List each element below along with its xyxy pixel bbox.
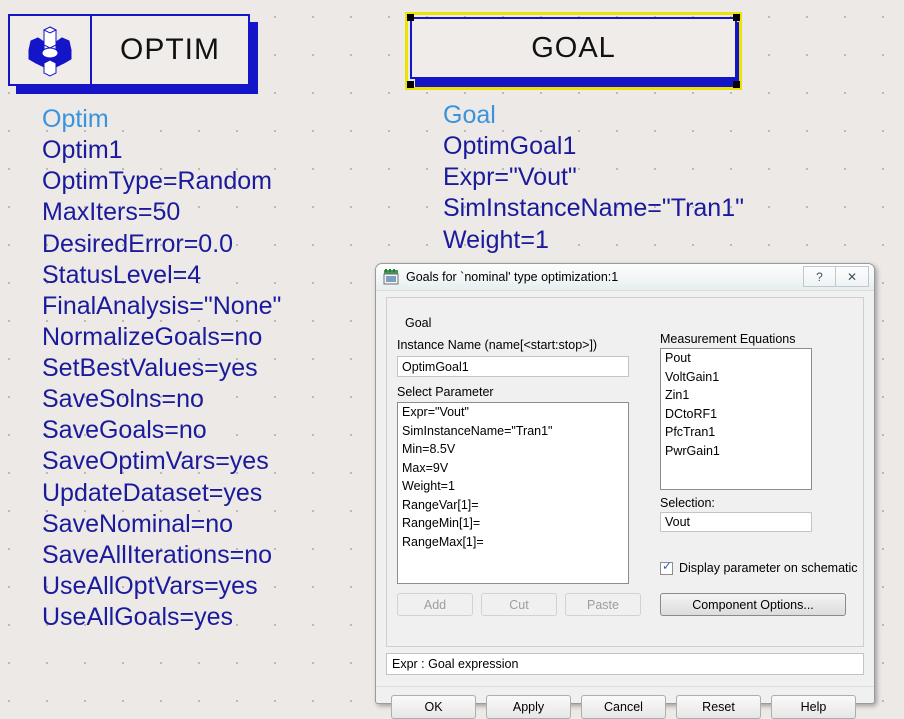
titlebar-buttons: ? ✕ bbox=[803, 266, 869, 287]
gear-3d-icon bbox=[28, 26, 72, 77]
instance-name-input[interactable] bbox=[397, 356, 629, 377]
help-button[interactable]: Help bbox=[771, 695, 856, 719]
optim-param-line: NormalizeGoals=no bbox=[42, 322, 263, 351]
list-item[interactable]: RangeVar[1]= bbox=[398, 496, 628, 515]
goal-param-line: OptimGoal1 bbox=[443, 132, 577, 161]
list-item[interactable]: Max=9V bbox=[398, 459, 628, 478]
optim-param-line: MaxIters=50 bbox=[42, 198, 181, 227]
cancel-button[interactable]: Cancel bbox=[581, 695, 666, 719]
display-parameter-checkbox-row[interactable]: Display parameter on schematic bbox=[660, 560, 858, 575]
list-item[interactable]: Weight=1 bbox=[398, 477, 628, 496]
measurement-equations-listbox[interactable]: Pout VoltGain1 Zin1 DCtoRF1 PfcTran1 Pwr… bbox=[660, 348, 812, 490]
list-item[interactable]: PwrGain1 bbox=[661, 442, 811, 461]
list-item-label: Expr="Vout" bbox=[402, 405, 469, 419]
close-icon[interactable]: ✕ bbox=[836, 266, 869, 287]
optim-symbol-box[interactable]: OPTIM bbox=[8, 14, 250, 86]
list-item[interactable]: PfcTran1 bbox=[661, 423, 811, 442]
dialog-body: Goal Instance Name (name[<start:stop>]) … bbox=[376, 291, 874, 719]
status-bar: Expr : Goal expression bbox=[386, 653, 864, 675]
list-item[interactable]: Pout bbox=[661, 349, 811, 368]
optim-param-line: Optim1 bbox=[42, 136, 123, 165]
optim-param-line: SetBestValues=yes bbox=[42, 354, 258, 382]
list-item[interactable]: Min=8.5V bbox=[398, 440, 628, 459]
apply-button[interactable]: Apply bbox=[486, 695, 571, 719]
optim-icon-cell bbox=[10, 16, 92, 84]
goal-param-line: Expr="Vout" bbox=[443, 163, 577, 192]
goal-settings-panel: Goal Instance Name (name[<start:stop>]) … bbox=[386, 297, 864, 647]
reset-button[interactable]: Reset bbox=[676, 695, 761, 719]
goal-group-label: Goal bbox=[405, 316, 432, 330]
goal-param-line: Weight=1 bbox=[443, 225, 549, 254]
goal-param-line: SimInstanceName="Tran1" bbox=[443, 194, 744, 223]
optim-param-line: SaveOptimVars=yes bbox=[42, 447, 269, 476]
goal-component-type: Goal bbox=[443, 101, 496, 129]
optim-param-line: SaveNominal=no bbox=[42, 509, 234, 538]
optim-param-line: UseAllGoals=yes bbox=[42, 603, 234, 631]
form-window-icon bbox=[383, 269, 399, 285]
list-item[interactable]: DCtoRF1 bbox=[661, 405, 811, 424]
optim-param-line: StatusLevel=4 bbox=[42, 260, 202, 289]
paste-button[interactable]: Paste bbox=[565, 593, 641, 616]
goal-component-symbol[interactable]: GOAL bbox=[405, 12, 742, 90]
select-parameter-listbox[interactable]: Expr="Vout" SimInstanceName="Tran1" Min=… bbox=[397, 402, 629, 584]
optim-param-line: OptimType=Random bbox=[42, 167, 272, 196]
list-item[interactable]: RangeMax[1]= bbox=[398, 533, 628, 552]
display-parameter-checkbox-label: Display parameter on schematic bbox=[679, 561, 858, 575]
optim-param-line: UpdateDataset=yes bbox=[42, 478, 263, 507]
dialog-titlebar[interactable]: Goals for `nominal' type optimization:1 … bbox=[376, 264, 874, 291]
status-text: Expr : Goal expression bbox=[392, 657, 519, 671]
selection-label: Selection: bbox=[660, 496, 715, 510]
select-parameter-label: Select Parameter bbox=[397, 385, 494, 399]
ok-button[interactable]: OK bbox=[391, 695, 476, 719]
button-row-divider bbox=[376, 686, 874, 687]
list-item[interactable]: Zin1 bbox=[661, 386, 811, 405]
optim-parameter-text[interactable]: Optim Optim1 OptimType=Random MaxIters=5… bbox=[42, 104, 281, 633]
list-item[interactable]: RangeMin[1]= bbox=[398, 514, 628, 533]
optim-param-line: UseAllOptVars=yes bbox=[42, 571, 258, 600]
dialog-title: Goals for `nominal' type optimization:1 bbox=[406, 270, 619, 284]
optim-param-line: DesiredError=0.0 bbox=[42, 229, 234, 258]
optim-param-line: SaveSolns=no bbox=[42, 385, 204, 414]
goal-parameter-text[interactable]: Goal OptimGoal1 Expr="Vout" SimInstanceN… bbox=[443, 100, 744, 256]
instance-name-label: Instance Name (name[<start:stop>]) bbox=[397, 338, 598, 352]
checkbox-checked-icon[interactable] bbox=[660, 560, 673, 575]
help-icon[interactable]: ? bbox=[803, 266, 836, 287]
optim-component-type: Optim bbox=[42, 105, 109, 133]
selection-handle-top-right[interactable] bbox=[733, 14, 740, 21]
add-button[interactable]: Add bbox=[397, 593, 473, 616]
optim-component-symbol[interactable]: OPTIM bbox=[8, 14, 258, 94]
optim-param-line: FinalAnalysis="None" bbox=[42, 291, 282, 320]
selection-input[interactable] bbox=[660, 512, 812, 532]
optim-symbol-label: OPTIM bbox=[120, 33, 220, 66]
optim-param-line: SaveGoals=no bbox=[42, 416, 207, 445]
list-item[interactable]: SimInstanceName="Tran1" bbox=[398, 422, 628, 441]
selection-handle-bottom-right[interactable] bbox=[733, 81, 740, 88]
selection-handle-bottom-left[interactable] bbox=[407, 81, 414, 88]
measurement-equations-label: Measurement Equations bbox=[660, 332, 796, 346]
selection-handle-top-left[interactable] bbox=[407, 14, 414, 21]
goal-selection-outline bbox=[405, 12, 742, 90]
component-options-button[interactable]: Component Options... bbox=[660, 593, 846, 616]
list-item[interactable]: Expr="Vout" bbox=[398, 403, 628, 422]
cut-button[interactable]: Cut bbox=[481, 593, 557, 616]
goals-dialog[interactable]: Goals for `nominal' type optimization:1 … bbox=[375, 263, 875, 719]
list-item[interactable]: VoltGain1 bbox=[661, 368, 811, 387]
optim-param-line: SaveAllIterations=no bbox=[42, 540, 273, 569]
